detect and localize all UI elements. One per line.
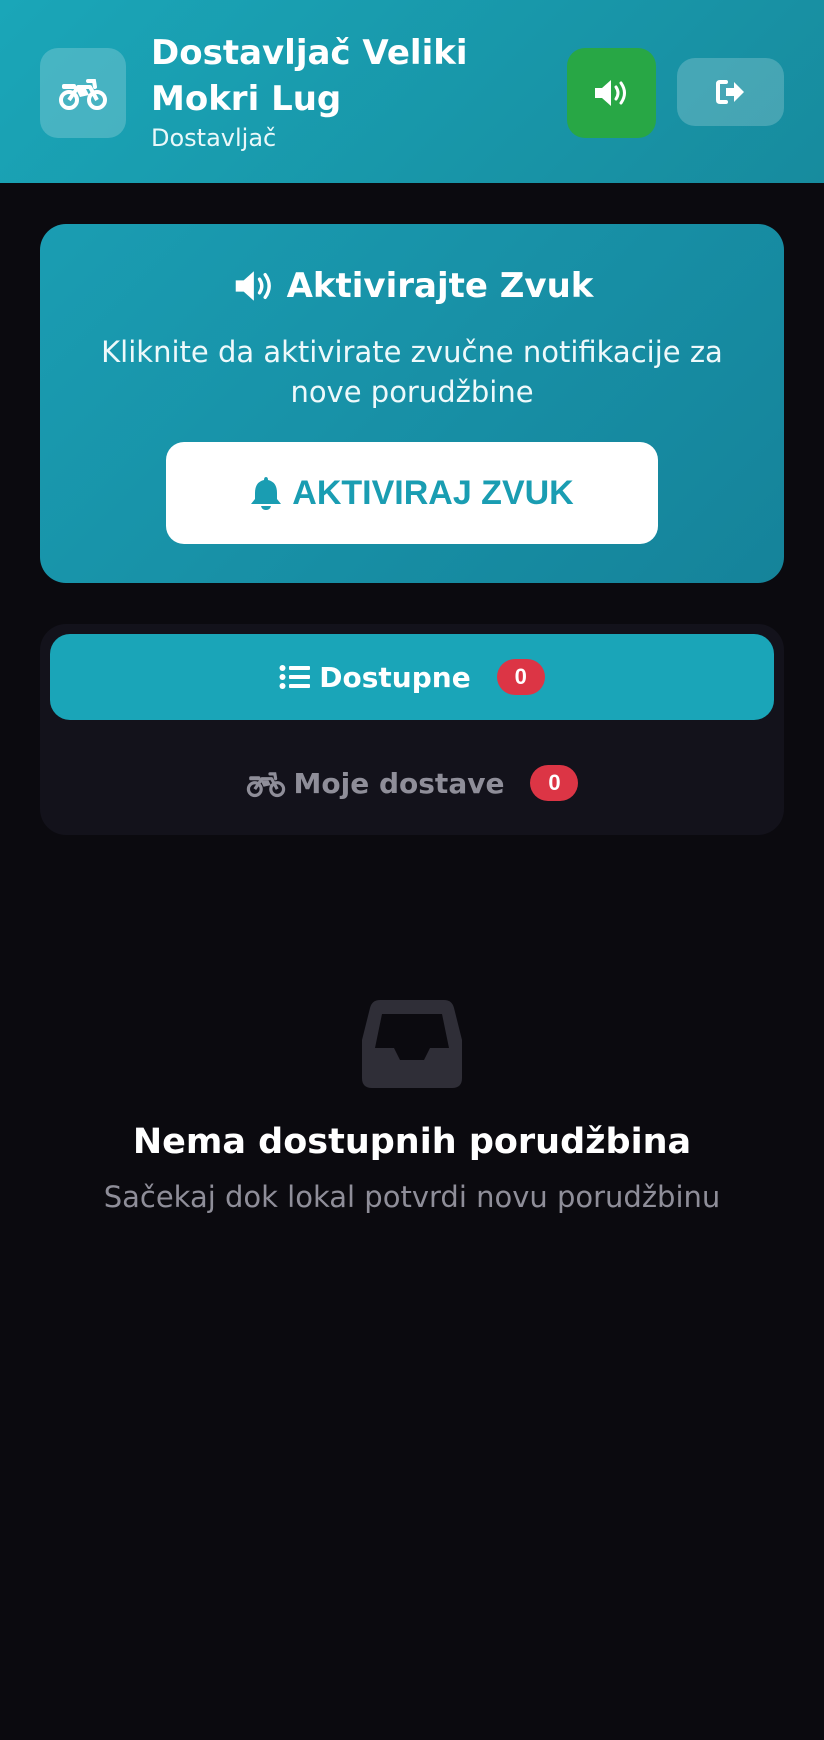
activate-sound-label: AKTIVIRAJ ZVUK bbox=[292, 473, 574, 512]
list-icon bbox=[279, 665, 311, 689]
empty-state-subtitle: Sačekaj dok lokal potvrdi novu porudžbin… bbox=[103, 1180, 721, 1214]
tab-my-deliveries-label: Moje dostave bbox=[293, 766, 505, 800]
count-badge: 0 bbox=[530, 765, 579, 801]
sound-toggle-button[interactable] bbox=[567, 48, 656, 138]
sound-activation-card: Aktivirajte Zvuk Kliknite da aktivirate … bbox=[40, 224, 784, 583]
sound-card-title-text: Aktivirajte Zvuk bbox=[286, 266, 594, 306]
empty-state-title: Nema dostupnih porudžbina bbox=[132, 1122, 692, 1162]
tab-available[interactable]: Dostupne 0 bbox=[50, 634, 774, 720]
inbox-icon bbox=[362, 1000, 462, 1088]
count-badge: 0 bbox=[496, 659, 545, 695]
user-role: Dostavljač bbox=[151, 124, 277, 152]
sound-card-title: Aktivirajte Zvuk bbox=[40, 266, 784, 306]
volume-icon bbox=[594, 80, 626, 106]
bell-icon bbox=[251, 477, 282, 510]
volume-icon bbox=[235, 271, 271, 301]
page-title: Dostavljač Veliki Mokri Lug bbox=[151, 33, 468, 119]
order-tabs: Dostupne 0 Moje dostave 0 bbox=[40, 624, 784, 835]
tab-my-deliveries[interactable]: Moje dostave 0 bbox=[50, 740, 774, 826]
motorcycle-icon bbox=[246, 771, 285, 797]
logout-button[interactable] bbox=[677, 58, 784, 126]
sign-out-icon bbox=[715, 80, 744, 104]
logo bbox=[40, 48, 126, 138]
app-header: Dostavljač Veliki Mokri Lug Dostavljač bbox=[0, 0, 824, 183]
motorcycle-icon bbox=[59, 79, 107, 110]
tab-available-label: Dostupne bbox=[319, 660, 471, 694]
sound-card-description: Kliknite da aktivirate zvučne notifikaci… bbox=[101, 335, 723, 409]
activate-sound-button[interactable]: AKTIVIRAJ ZVUK bbox=[166, 442, 658, 544]
